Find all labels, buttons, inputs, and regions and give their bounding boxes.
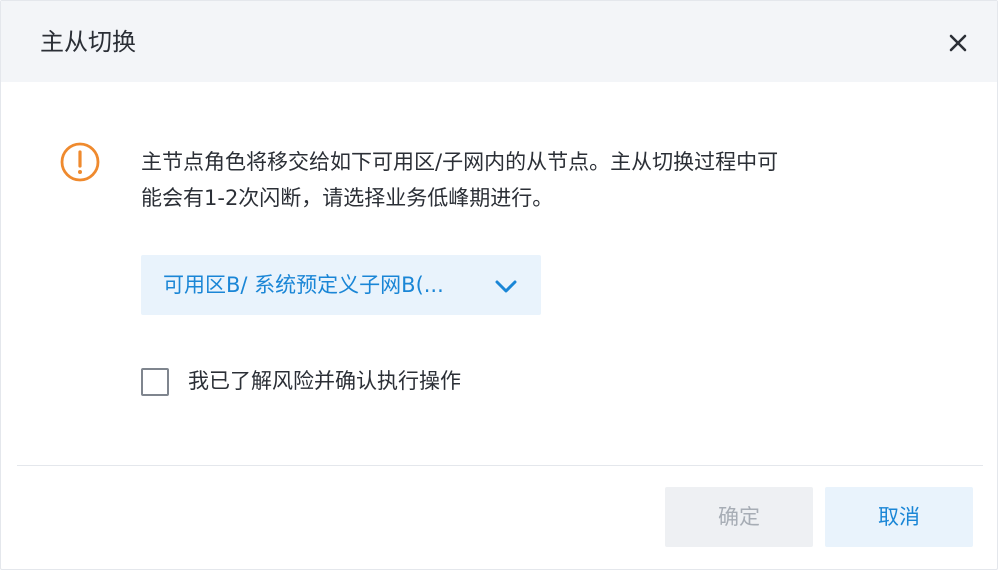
- zone-subnet-select[interactable]: 可用区B/ 系统预定义子网B(...: [141, 255, 541, 315]
- close-button[interactable]: [943, 28, 973, 58]
- switch-master-dialog: 主从切换 主节点角色将移交给如下可用区/子网内的从节点。主从切换过程中可 能会有…: [0, 0, 998, 570]
- confirm-risk-label[interactable]: 我已了解风险并确认执行操作: [188, 364, 461, 398]
- cancel-button[interactable]: 取消: [825, 487, 973, 547]
- warning-circle-icon: [60, 142, 100, 182]
- dialog-header: 主从切换: [1, 1, 997, 82]
- warning-message-line2: 能会有1-2次闪断，请选择业务低峰期进行。: [141, 186, 554, 210]
- chevron-down-icon: [495, 280, 517, 293]
- dialog-title: 主从切换: [40, 28, 136, 56]
- close-icon: [949, 34, 967, 52]
- footer-divider: [17, 465, 983, 466]
- confirm-risk-checkbox[interactable]: [141, 368, 169, 396]
- confirm-button[interactable]: 确定: [665, 487, 813, 547]
- warning-message: 主节点角色将移交给如下可用区/子网内的从节点。主从切换过程中可 能会有1-2次闪…: [141, 144, 951, 216]
- zone-subnet-select-value: 可用区B/ 系统预定义子网B(...: [163, 273, 444, 297]
- warning-message-line1: 主节点角色将移交给如下可用区/子网内的从节点。主从切换过程中可: [141, 150, 779, 174]
